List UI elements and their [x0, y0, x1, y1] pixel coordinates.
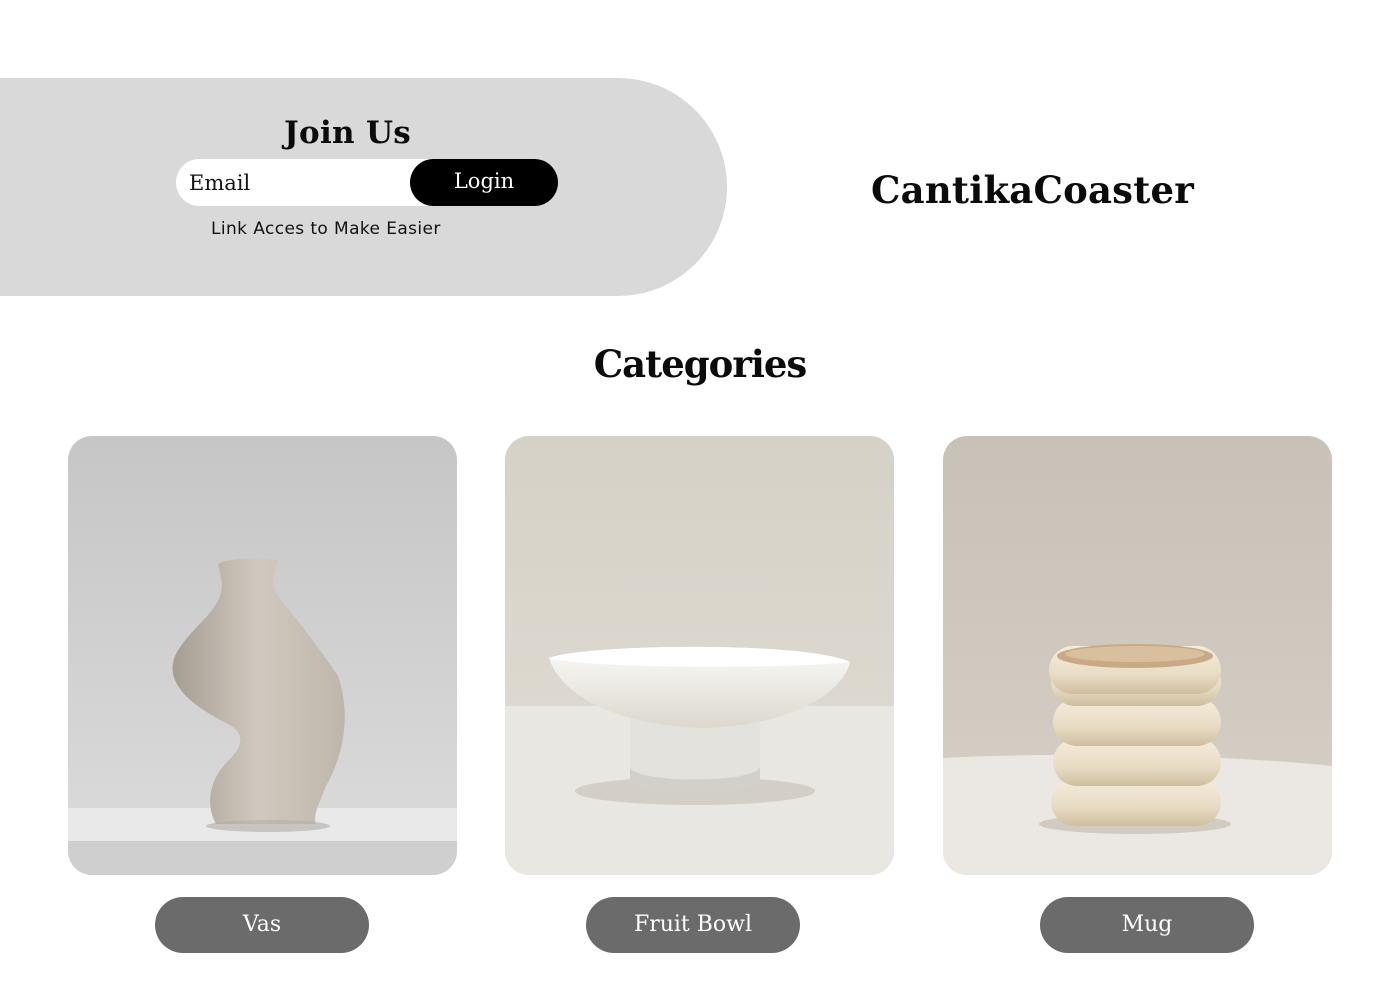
login-button[interactable]: Login — [410, 159, 558, 206]
category-button-mug[interactable]: Mug — [1040, 897, 1254, 953]
fruit-bowl-photo — [505, 436, 894, 875]
join-note: Link Acces to Make Easier — [211, 219, 441, 239]
email-field[interactable] — [189, 168, 404, 198]
vase-photo — [68, 436, 457, 875]
category-image-fruit-bowl[interactable] — [505, 436, 894, 875]
category-image-mug[interactable] — [943, 436, 1332, 875]
mug-photo — [943, 436, 1332, 875]
brand-logo: CantikaCoaster — [871, 168, 1194, 212]
category-button-fruit-bowl[interactable]: Fruit Bowl — [586, 897, 800, 953]
join-title: Join Us — [284, 115, 412, 151]
category-button-vas[interactable]: Vas — [155, 897, 369, 953]
category-image-vas[interactable] — [68, 436, 457, 875]
categories-title: Categories — [593, 342, 808, 386]
